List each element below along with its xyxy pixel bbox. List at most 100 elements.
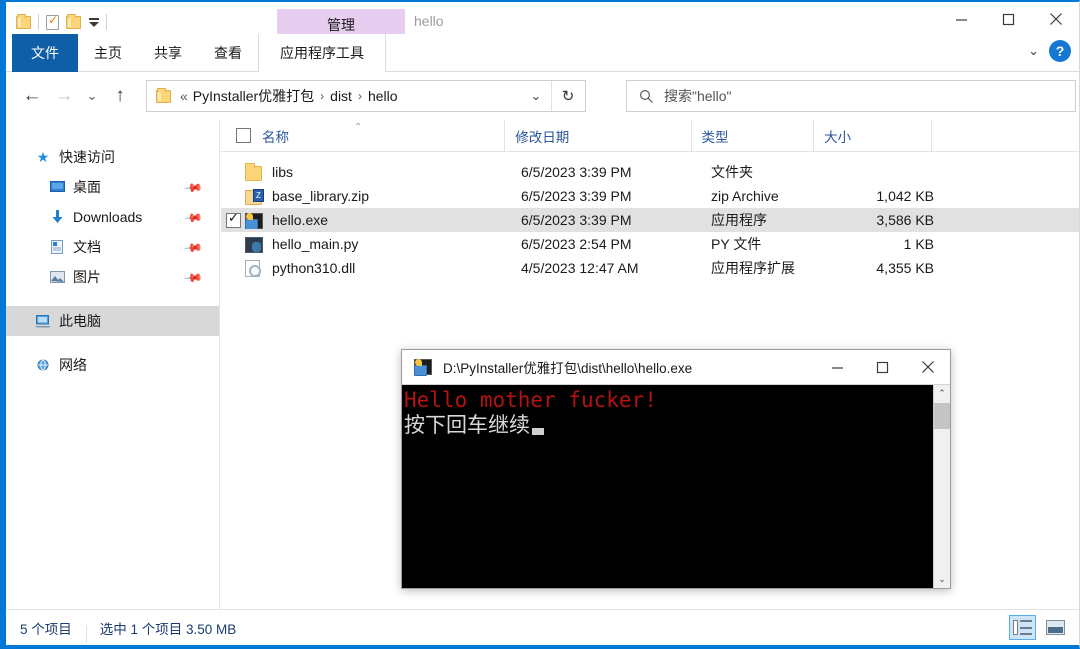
zip-icon xyxy=(245,187,265,205)
search-placeholder: 搜索"hello" xyxy=(664,88,732,104)
console-title-bar: D:\PyInstaller优雅打包\dist\hello\hello.exe xyxy=(402,350,950,385)
maximize-button[interactable] xyxy=(985,2,1032,36)
console-window-controls xyxy=(815,350,950,384)
exe-icon xyxy=(245,211,265,229)
breadcrumb: « PyInstaller优雅打包 › dist › hello xyxy=(180,86,398,106)
breadcrumb-separator-0[interactable]: › xyxy=(315,89,329,103)
sidebar-item-pictures[interactable]: 图片 📌 xyxy=(6,262,219,292)
search-box[interactable]: 搜索"hello" xyxy=(626,80,1076,112)
tab-share[interactable]: 共享 xyxy=(138,34,198,72)
scroll-up-icon[interactable]: ⌃ xyxy=(934,385,950,402)
table-row[interactable]: python310.dll 4/5/2023 12:47 AM 应用程序扩展 4… xyxy=(221,256,1079,280)
network-icon xyxy=(34,359,52,372)
column-headers: 名称 ⌃ 修改日期 类型 大小 xyxy=(221,120,1079,152)
python-icon xyxy=(245,235,265,253)
window-controls xyxy=(938,2,1079,36)
cell-date: 6/5/2023 3:39 PM xyxy=(521,164,632,180)
table-row[interactable]: base_library.zip 6/5/2023 3:39 PM zip Ar… xyxy=(221,184,1079,208)
column-header-date[interactable]: 修改日期 xyxy=(505,120,692,152)
sidebar-item-documents[interactable]: 文档 📌 xyxy=(6,232,219,262)
address-dropdown-icon[interactable]: ⌄ xyxy=(521,81,551,111)
column-header-size[interactable]: 大小 xyxy=(814,120,932,152)
table-row[interactable]: hello.exe 6/5/2023 3:39 PM 应用程序 3,586 KB xyxy=(221,208,1079,232)
dll-icon xyxy=(245,259,265,277)
console-maximize-button[interactable] xyxy=(860,350,905,384)
sidebar-item-label: 文档 xyxy=(73,239,101,255)
pin-icon[interactable]: 📌 xyxy=(183,178,203,198)
table-row[interactable]: libs 6/5/2023 3:39 PM 文件夹 xyxy=(221,160,1079,184)
sidebar-item-quick-access[interactable]: ★ 快速访问 xyxy=(6,142,219,172)
column-header-name[interactable]: 名称 ⌃ xyxy=(221,120,506,152)
folder-icon[interactable] xyxy=(16,13,31,29)
selection-label: 选中 1 个项目 3.50 MB xyxy=(85,618,251,643)
sidebar-item-desktop[interactable]: 桌面 📌 xyxy=(6,172,219,202)
console-cursor xyxy=(532,428,544,435)
table-row[interactable]: hello_main.py 6/5/2023 2:54 PM PY 文件 1 K… xyxy=(221,232,1079,256)
sidebar-item-network[interactable]: 网络 xyxy=(6,350,219,380)
breadcrumb-item-0[interactable]: PyInstaller优雅打包 xyxy=(193,86,314,106)
file-name: libs xyxy=(272,164,294,180)
console-line: Hello mother fucker! xyxy=(404,388,657,412)
sidebar-item-label: 此电脑 xyxy=(59,313,101,329)
up-button[interactable]: ↑ xyxy=(104,80,136,112)
address-bar[interactable]: « PyInstaller优雅打包 › dist › hello ⌄ ↻ xyxy=(146,80,586,112)
breadcrumb-separator-1[interactable]: › xyxy=(353,89,367,103)
tab-view[interactable]: 查看 xyxy=(198,34,258,72)
properties-icon[interactable] xyxy=(46,13,59,30)
cell-type: zip Archive xyxy=(711,188,779,204)
console-close-button[interactable] xyxy=(905,350,950,384)
tab-application-tools[interactable]: 应用程序工具 xyxy=(258,34,386,72)
recent-locations-icon[interactable]: ⌄ xyxy=(80,80,104,112)
close-button[interactable] xyxy=(1032,2,1079,36)
help-button[interactable]: ? xyxy=(1049,40,1071,62)
column-header-label: 名称 xyxy=(262,129,289,145)
sidebar-item-label: 快速访问 xyxy=(59,149,115,165)
select-all-checkbox[interactable] xyxy=(236,128,251,143)
pin-icon[interactable]: 📌 xyxy=(183,208,203,228)
documents-icon xyxy=(48,240,66,254)
breadcrumb-item-1[interactable]: dist xyxy=(330,88,352,104)
column-header-label: 类型 xyxy=(701,129,729,145)
scrollbar-thumb[interactable] xyxy=(934,403,950,429)
file-rows: libs 6/5/2023 3:39 PM 文件夹 base_library.z… xyxy=(221,152,1079,280)
sidebar-item-label: Downloads xyxy=(73,209,143,225)
this-pc-icon xyxy=(34,314,52,328)
sidebar-item-label: 图片 xyxy=(73,269,101,285)
download-icon xyxy=(48,210,66,224)
folder-icon xyxy=(245,163,265,181)
cell-name: hello_main.py xyxy=(221,235,511,253)
forward-button[interactable]: → xyxy=(48,80,80,112)
sidebar-item-this-pc[interactable]: 此电脑 xyxy=(6,306,219,336)
large-icons-view-button[interactable] xyxy=(1042,615,1069,640)
breadcrumb-item-2[interactable]: hello xyxy=(368,88,398,104)
breadcrumb-leading: « xyxy=(180,88,188,104)
item-count-label: 5 个项目 xyxy=(20,621,72,637)
customize-caret-icon[interactable] xyxy=(88,17,99,27)
chevron-down-icon[interactable]: ⌄ xyxy=(1028,43,1039,59)
console-scrollbar[interactable]: ⌃ ⌄ xyxy=(933,385,950,588)
toolbar-divider xyxy=(38,14,39,30)
back-button[interactable]: ← xyxy=(16,80,48,112)
tab-home[interactable]: 主页 xyxy=(78,34,138,72)
sidebar-item-downloads[interactable]: Downloads 📌 xyxy=(6,202,219,232)
star-icon: ★ xyxy=(36,148,50,165)
new-folder-icon[interactable] xyxy=(66,13,81,29)
pin-icon[interactable]: 📌 xyxy=(183,268,203,288)
sidebar-item-label: 网络 xyxy=(59,357,87,373)
scroll-down-icon[interactable]: ⌄ xyxy=(934,571,950,588)
file-name: hello.exe xyxy=(272,212,329,228)
details-view-button[interactable] xyxy=(1009,615,1036,640)
refresh-icon[interactable]: ↻ xyxy=(551,81,584,111)
console-minimize-button[interactable] xyxy=(815,350,860,384)
view-toggle-group xyxy=(1009,615,1069,640)
window-title: hello xyxy=(414,13,444,29)
minimize-button[interactable] xyxy=(938,2,985,36)
row-checkbox[interactable] xyxy=(226,211,241,228)
cell-date: 4/5/2023 12:47 AM xyxy=(521,260,639,276)
column-header-type[interactable]: 类型 xyxy=(692,120,815,152)
cell-size: 4,355 KB xyxy=(876,260,934,276)
tab-file[interactable]: 文件 xyxy=(12,34,78,72)
pin-icon[interactable]: 📌 xyxy=(183,238,203,258)
console-window[interactable]: D:\PyInstaller优雅打包\dist\hello\hello.exe … xyxy=(401,349,951,589)
cell-date: 6/5/2023 2:54 PM xyxy=(521,236,632,252)
